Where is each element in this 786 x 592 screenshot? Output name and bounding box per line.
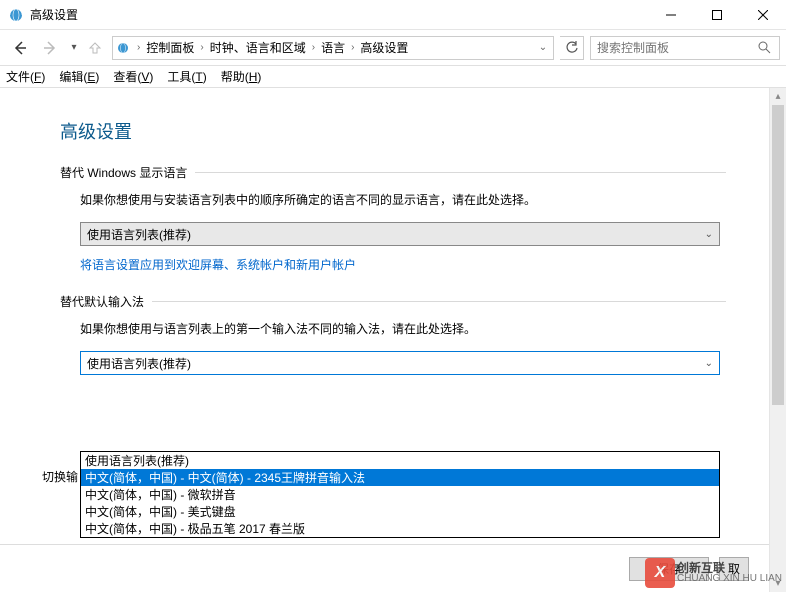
page-title: 高级设置 [60,118,726,144]
section-display-body: 如果你想使用与安装语言列表中的顺序所确定的语言不同的显示语言，请在此处选择。 使… [60,191,726,273]
ime-combo[interactable]: 使用语言列表(推荐) ⌄ [80,351,720,375]
chevron-right-icon[interactable]: › [347,42,358,53]
ime-dropdown-list[interactable]: 使用语言列表(推荐) 中文(简体，中国) - 中文(简体) - 2345王牌拼音… [80,451,720,538]
section-display-title: 替代 Windows 显示语言 [60,164,187,181]
location-icon [113,40,133,56]
ime-combo-value: 使用语言列表(推荐) [87,355,191,372]
display-language-value: 使用语言列表(推荐) [87,226,191,243]
chevron-right-icon[interactable]: › [196,42,207,53]
menu-view[interactable]: 查看(V) [113,68,153,85]
chevron-down-icon: ⌄ [705,358,713,369]
section-ime-title: 替代默认输入法 [60,293,144,310]
menu-tools[interactable]: 工具(T) [167,68,206,85]
search-box[interactable] [590,36,780,60]
ime-option[interactable]: 中文(简体，中国) - 美式键盘 [81,503,719,520]
ime-option[interactable]: 中文(简体，中国) - 极品五笔 2017 春兰版 [81,520,719,537]
chevron-down-icon: ⌄ [705,229,713,240]
apply-to-welcome-link[interactable]: 将语言设置应用到欢迎屏幕、系统帐户和新用户帐户 [80,256,356,273]
window-icon [8,7,24,23]
ime-option[interactable]: 中文(简体，中国) - 中文(简体) - 2345王牌拼音输入法 [81,469,719,486]
window-close-button[interactable] [740,0,786,30]
divider [195,172,726,173]
window-titlebar: 高级设置 [0,0,786,30]
window-controls [648,0,786,30]
search-icon[interactable] [758,41,779,54]
address-bar[interactable]: › 控制面板 › 时钟、语言和区域 › 语言 › 高级设置 ⌄ [112,36,554,60]
nav-toolbar: ▾ › 控制面板 › 时钟、语言和区域 › 语言 › 高级设置 ⌄ [0,30,786,66]
watermark-pinyin: CHUANG XIN HU LIAN [677,574,782,584]
content-area: 高级设置 替代 Windows 显示语言 如果你想使用与安装语言列表中的顺序所确… [0,88,786,592]
breadcrumb-item[interactable]: 时钟、语言和区域 [208,39,308,56]
breadcrumb-item[interactable]: 控制面板 [144,39,196,56]
nav-history-dropdown[interactable]: ▾ [66,34,82,62]
nav-back-button[interactable] [6,34,34,62]
watermark-logo: X [645,558,675,588]
vertical-scrollbar[interactable]: ▴ ▾ [769,88,786,592]
menu-edit[interactable]: 编辑(E) [59,68,99,85]
window-minimize-button[interactable] [648,0,694,30]
menu-help[interactable]: 帮助(H) [221,68,262,85]
section-ime-body: 如果你想使用与语言列表上的第一个输入法不同的输入法，请在此处选择。 使用语言列表… [60,320,726,375]
menu-file[interactable]: 文件(F) [6,68,45,85]
section-ime-header: 替代默认输入法 [60,293,726,310]
address-dropdown-icon[interactable]: ⌄ [533,42,553,53]
refresh-button[interactable] [560,36,584,60]
window-title: 高级设置 [30,6,648,23]
ime-desc: 如果你想使用与语言列表上的第一个输入法不同的输入法，请在此处选择。 [80,320,726,337]
nav-forward-button[interactable] [36,34,64,62]
search-input[interactable] [591,41,758,55]
ime-option[interactable]: 使用语言列表(推荐) [81,452,719,469]
section-switch-title-partial: 切换输 [42,468,78,485]
display-desc: 如果你想使用与安装语言列表中的顺序所确定的语言不同的显示语言，请在此处选择。 [80,191,726,208]
ime-option[interactable]: 中文(简体，中国) - 微软拼音 [81,486,719,503]
watermark: X 创新互联 CHUANG XIN HU LIAN [645,558,782,588]
nav-up-button[interactable] [84,34,106,62]
menu-bar: 文件(F) 编辑(E) 查看(V) 工具(T) 帮助(H) [0,66,786,88]
section-display-header: 替代 Windows 显示语言 [60,164,726,181]
breadcrumb-item[interactable]: 高级设置 [358,39,410,56]
scroll-up-button[interactable]: ▴ [770,88,786,105]
display-language-combo[interactable]: 使用语言列表(推荐) ⌄ [80,222,720,246]
chevron-right-icon[interactable]: › [133,42,144,53]
breadcrumb-item[interactable]: 语言 [319,39,347,56]
divider [152,301,726,302]
chevron-right-icon[interactable]: › [308,42,319,53]
window-maximize-button[interactable] [694,0,740,30]
scroll-thumb[interactable] [772,105,784,405]
